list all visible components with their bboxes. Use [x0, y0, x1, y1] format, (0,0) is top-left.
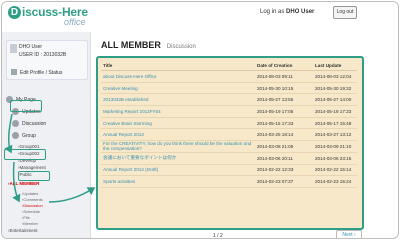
- row-updated: 2014-05-30 19:32: [313, 82, 357, 95]
- row-created: 2014-05-15 17:33: [255, 117, 313, 130]
- logo[interactable]: D iscuss-Here office: [8, 5, 116, 31]
- sidebar-item-label: Group: [22, 133, 36, 139]
- row-title[interactable]: Annual Report 2014 (Draft): [101, 164, 255, 177]
- table-row[interactable]: Creative Meeting 2014-05-30 10:15 2014-05-…: [101, 82, 357, 95]
- logo-mark: D: [8, 6, 21, 19]
- table-row[interactable]: 会議において重要なポイントは何か 2014-03-06 20:11 2014-03-…: [101, 152, 357, 165]
- row-created: 2014-03-08 21:05: [255, 140, 313, 153]
- row-created: 2014-05-30 10:15: [255, 82, 313, 95]
- next-button[interactable]: Next ›: [336, 230, 362, 238]
- sidebar: DHO User USER ID : 2013032B Edit Profile…: [2, 32, 91, 238]
- sidebar-sub-item[interactable]: ›Comments: [22, 197, 43, 202]
- edit-profile-label: Edit Profile / Status: [20, 70, 63, 76]
- row-created: 2014-08-03 09:11: [255, 70, 313, 83]
- header: D iscuss-Here office Log in as DHO User …: [2, 2, 398, 32]
- logout-button[interactable]: Log out: [333, 6, 357, 19]
- table-row[interactable]: Creative Brain Storming 2014-05-15 17:33 2…: [101, 117, 357, 130]
- row-created: 2014-02-23 07:37: [255, 175, 313, 188]
- discussion-table-panel: Title Date of Creation Last Update about…: [96, 56, 364, 230]
- row-updated: 2014-05-17 15:48: [313, 117, 357, 130]
- group-highlight: [10, 100, 42, 112]
- logo-sub: office: [64, 17, 86, 27]
- row-title[interactable]: Marketing Report 2012FY04: [101, 105, 255, 118]
- discussion-icon: [12, 120, 19, 127]
- table-row[interactable]: about Discuss-Here Office 2014-08-03 09:1…: [101, 70, 357, 83]
- group-icon: [12, 132, 19, 139]
- row-title[interactable]: Creative Meeting: [101, 82, 255, 95]
- row-created: 2014-05-27 13:55: [255, 93, 313, 107]
- sidebar-item-group[interactable]: Group: [12, 132, 36, 139]
- main-content: ALL MEMBER Discussion Title Date of Creat…: [96, 32, 398, 238]
- column-header-title[interactable]: Title: [101, 61, 255, 71]
- table-row[interactable]: Marketing Report 2012FY04 2014-05-19 17:0…: [101, 105, 357, 118]
- column-header-created[interactable]: Date of Creation: [255, 61, 313, 71]
- pagination: 1 / 2: [213, 233, 223, 239]
- user-box: DHO User USER ID : 2013032B Edit Profile…: [6, 40, 88, 80]
- row-updated: 2014-03-09 21:10: [313, 140, 357, 153]
- table-row[interactable]: 2013032B established 2014-05-27 13:55 2014…: [101, 93, 357, 107]
- row-created: 2014-03-25 18:14: [255, 128, 313, 142]
- row-updated: 2014-05-19 17:33: [313, 105, 357, 118]
- user-name: DHO User: [19, 44, 43, 50]
- sidebar-item-discussion[interactable]: Discussion: [12, 120, 46, 127]
- page-title: ALL MEMBER Discussion: [101, 40, 196, 50]
- table-header: Title Date of Creation Last Update: [101, 61, 357, 71]
- all-member-highlight: [4, 149, 46, 160]
- sidebar-group-item[interactable]: ›Entertainment: [8, 228, 38, 233]
- pencil-icon: [11, 69, 17, 75]
- row-updated: 2014-02-23 15:24: [313, 175, 357, 188]
- page-subtitle: Discussion: [166, 44, 196, 50]
- discussion-table: Title Date of Creation Last Update about…: [101, 61, 357, 188]
- row-updated: 2014-05-27 14:00: [313, 93, 357, 107]
- row-title[interactable]: For the CREATIVITY, how do you think the…: [101, 140, 255, 153]
- table-row[interactable]: Annual Report 2013 2014-03-25 18:14 2014-0…: [101, 128, 357, 142]
- row-title[interactable]: Creative Brain Storming: [101, 117, 255, 130]
- row-updated: 2014-03-06 23:15: [313, 152, 357, 165]
- row-title[interactable]: about Discuss-Here Office: [101, 70, 255, 83]
- row-title[interactable]: Annual Report 2013: [101, 128, 255, 142]
- row-created: 2014-03-06 20:11: [255, 152, 313, 165]
- row-updated: 2014-02-22 15:14: [313, 164, 357, 177]
- edit-profile-link[interactable]: Edit Profile / Status: [11, 69, 63, 76]
- row-created: 2014-05-19 17:05: [255, 105, 313, 118]
- sidebar-group-item[interactable]: ›Management: [18, 165, 46, 170]
- row-updated: 2014-08-03 12:04: [313, 70, 357, 83]
- login-status: Log in as DHO User: [260, 9, 314, 15]
- user-id: USER ID : 2013032B: [19, 52, 67, 58]
- table-row[interactable]: Sports activities 2014-02-23 07:37 2014-02…: [101, 175, 357, 188]
- sidebar-item-label: Discussion: [22, 121, 47, 127]
- row-title[interactable]: Sports activities: [101, 175, 255, 188]
- sidebar-sub-item[interactable]: ›Updates: [22, 191, 38, 196]
- sidebar-item-all-member[interactable]: ›ALL MEMBER: [8, 181, 39, 186]
- sidebar-sub-item-discussion[interactable]: ›Discussion: [22, 203, 43, 208]
- row-created: 2014-02-22 12:33: [255, 164, 313, 177]
- column-header-updated[interactable]: Last Update: [313, 61, 357, 71]
- login-prefix: Log in as: [260, 9, 285, 15]
- page-title-text: ALL MEMBER: [101, 40, 161, 50]
- sidebar-sub-item[interactable]: ›Member: [22, 221, 38, 226]
- app-window: D iscuss-Here office Log in as DHO User …: [1, 1, 399, 239]
- sidebar-sub-item[interactable]: ›Schedule: [22, 209, 40, 214]
- avatar: [10, 44, 17, 53]
- row-title[interactable]: 会議において重要なポイントは何か: [101, 152, 255, 165]
- table-row[interactable]: For the CREATIVITY, how do you think the…: [101, 140, 357, 153]
- discussion-highlight: [18, 171, 50, 181]
- table-row[interactable]: Annual Report 2014 (Draft) 2014-02-22 12:…: [101, 164, 357, 177]
- row-updated: 2014-03-27 13:12: [313, 128, 357, 142]
- row-title[interactable]: 2013032B established: [101, 93, 255, 107]
- login-user: DHO User: [286, 9, 315, 15]
- sidebar-sub-item[interactable]: ›File: [22, 215, 30, 220]
